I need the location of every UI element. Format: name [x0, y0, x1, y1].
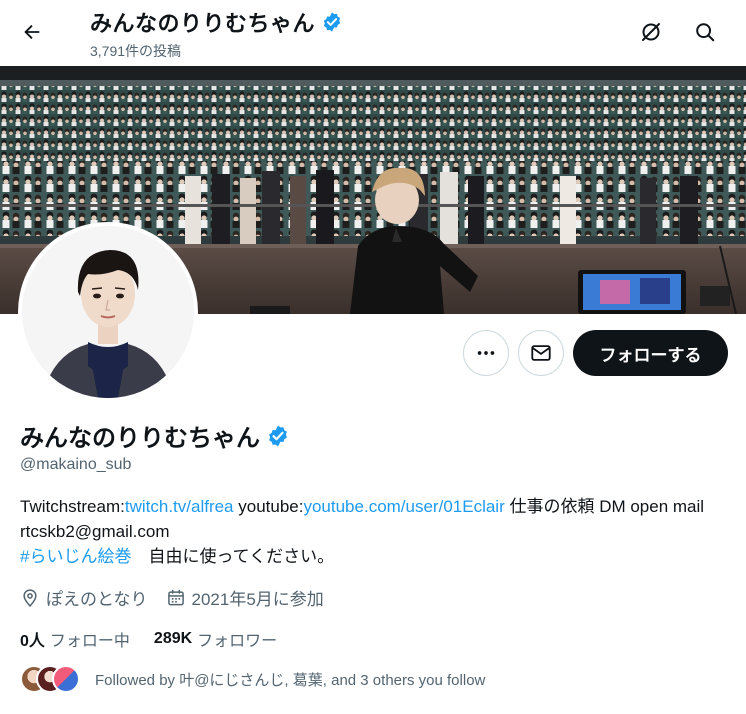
following-label: フォロー中 — [49, 633, 130, 650]
join-date-text: 2021年5月に参加 — [191, 590, 324, 609]
followed-by[interactable]: Followed by 叶@にじさんじ, 葛葉, and 3 others yo… — [20, 664, 485, 694]
message-button[interactable] — [518, 330, 564, 376]
arrow-left-icon — [24, 24, 40, 40]
location-pin-icon — [23, 588, 37, 607]
search-icon — [696, 23, 715, 42]
bio-hashtag[interactable]: #らいじん絵巻 — [20, 547, 131, 566]
profile-name: みんなのりりむちゃん — [20, 425, 260, 452]
more-button[interactable] — [463, 330, 509, 376]
followed-by-text: Followed by 叶@にじさんじ, 葛葉, and 3 others yo… — [95, 671, 486, 689]
profile-avatar[interactable] — [18, 222, 198, 402]
followers-link[interactable]: 289K フォロワー — [154, 627, 277, 651]
search-button[interactable] — [687, 14, 723, 50]
post-count: 3,791件の投稿 — [90, 43, 182, 59]
following-link[interactable]: 0人 フォロー中 — [20, 627, 130, 651]
verified-badge-icon — [323, 12, 341, 32]
top-bar: みんなのりりむちゃん 3,791件の投稿 — [0, 0, 746, 66]
avatar-image — [22, 226, 194, 398]
following-count: 0人 — [20, 633, 45, 650]
avatar — [52, 665, 80, 693]
profile-meta: ぽえのとなり 2021年5月に参加 — [20, 585, 342, 610]
join-date: 2021年5月に参加 — [166, 585, 324, 610]
followers-label: フォロワー — [197, 633, 278, 650]
back-button[interactable] — [14, 14, 50, 50]
profile-name-row: みんなのりりむちゃん — [20, 418, 290, 453]
notifications-off-icon — [642, 23, 660, 41]
notifications-button[interactable] — [633, 14, 669, 50]
verified-badge-icon[interactable] — [266, 424, 290, 448]
follow-button[interactable]: フォローする — [573, 330, 728, 376]
bio-link-twitch[interactable]: twitch.tv/alfrea — [125, 497, 234, 516]
profile-handle: @makaino_sub — [20, 456, 132, 473]
header-title-block: みんなのりりむちゃん 3,791件の投稿 — [90, 6, 343, 61]
mail-icon — [531, 345, 551, 361]
header-title: みんなのりりむちゃん — [90, 11, 316, 36]
bio-text: youtube: — [233, 497, 304, 516]
bio-link-youtube[interactable]: youtube.com/user/01Eclair — [303, 497, 504, 516]
more-icon — [477, 351, 495, 355]
bio-text: 自由に使ってください。 — [131, 547, 335, 566]
location-text: ぽえのとなり — [46, 590, 148, 609]
location: ぽえのとなり — [20, 585, 148, 610]
profile-bio: Twitchstream:twitch.tv/alfrea youtube:yo… — [20, 494, 730, 569]
calendar-icon — [167, 589, 184, 605]
followers-count: 289K — [153, 630, 193, 647]
follow-stats: 0人 フォロー中 289K フォロワー — [20, 627, 301, 651]
bio-text: Twitchstream: — [20, 497, 125, 516]
follower-avatars — [20, 664, 84, 694]
